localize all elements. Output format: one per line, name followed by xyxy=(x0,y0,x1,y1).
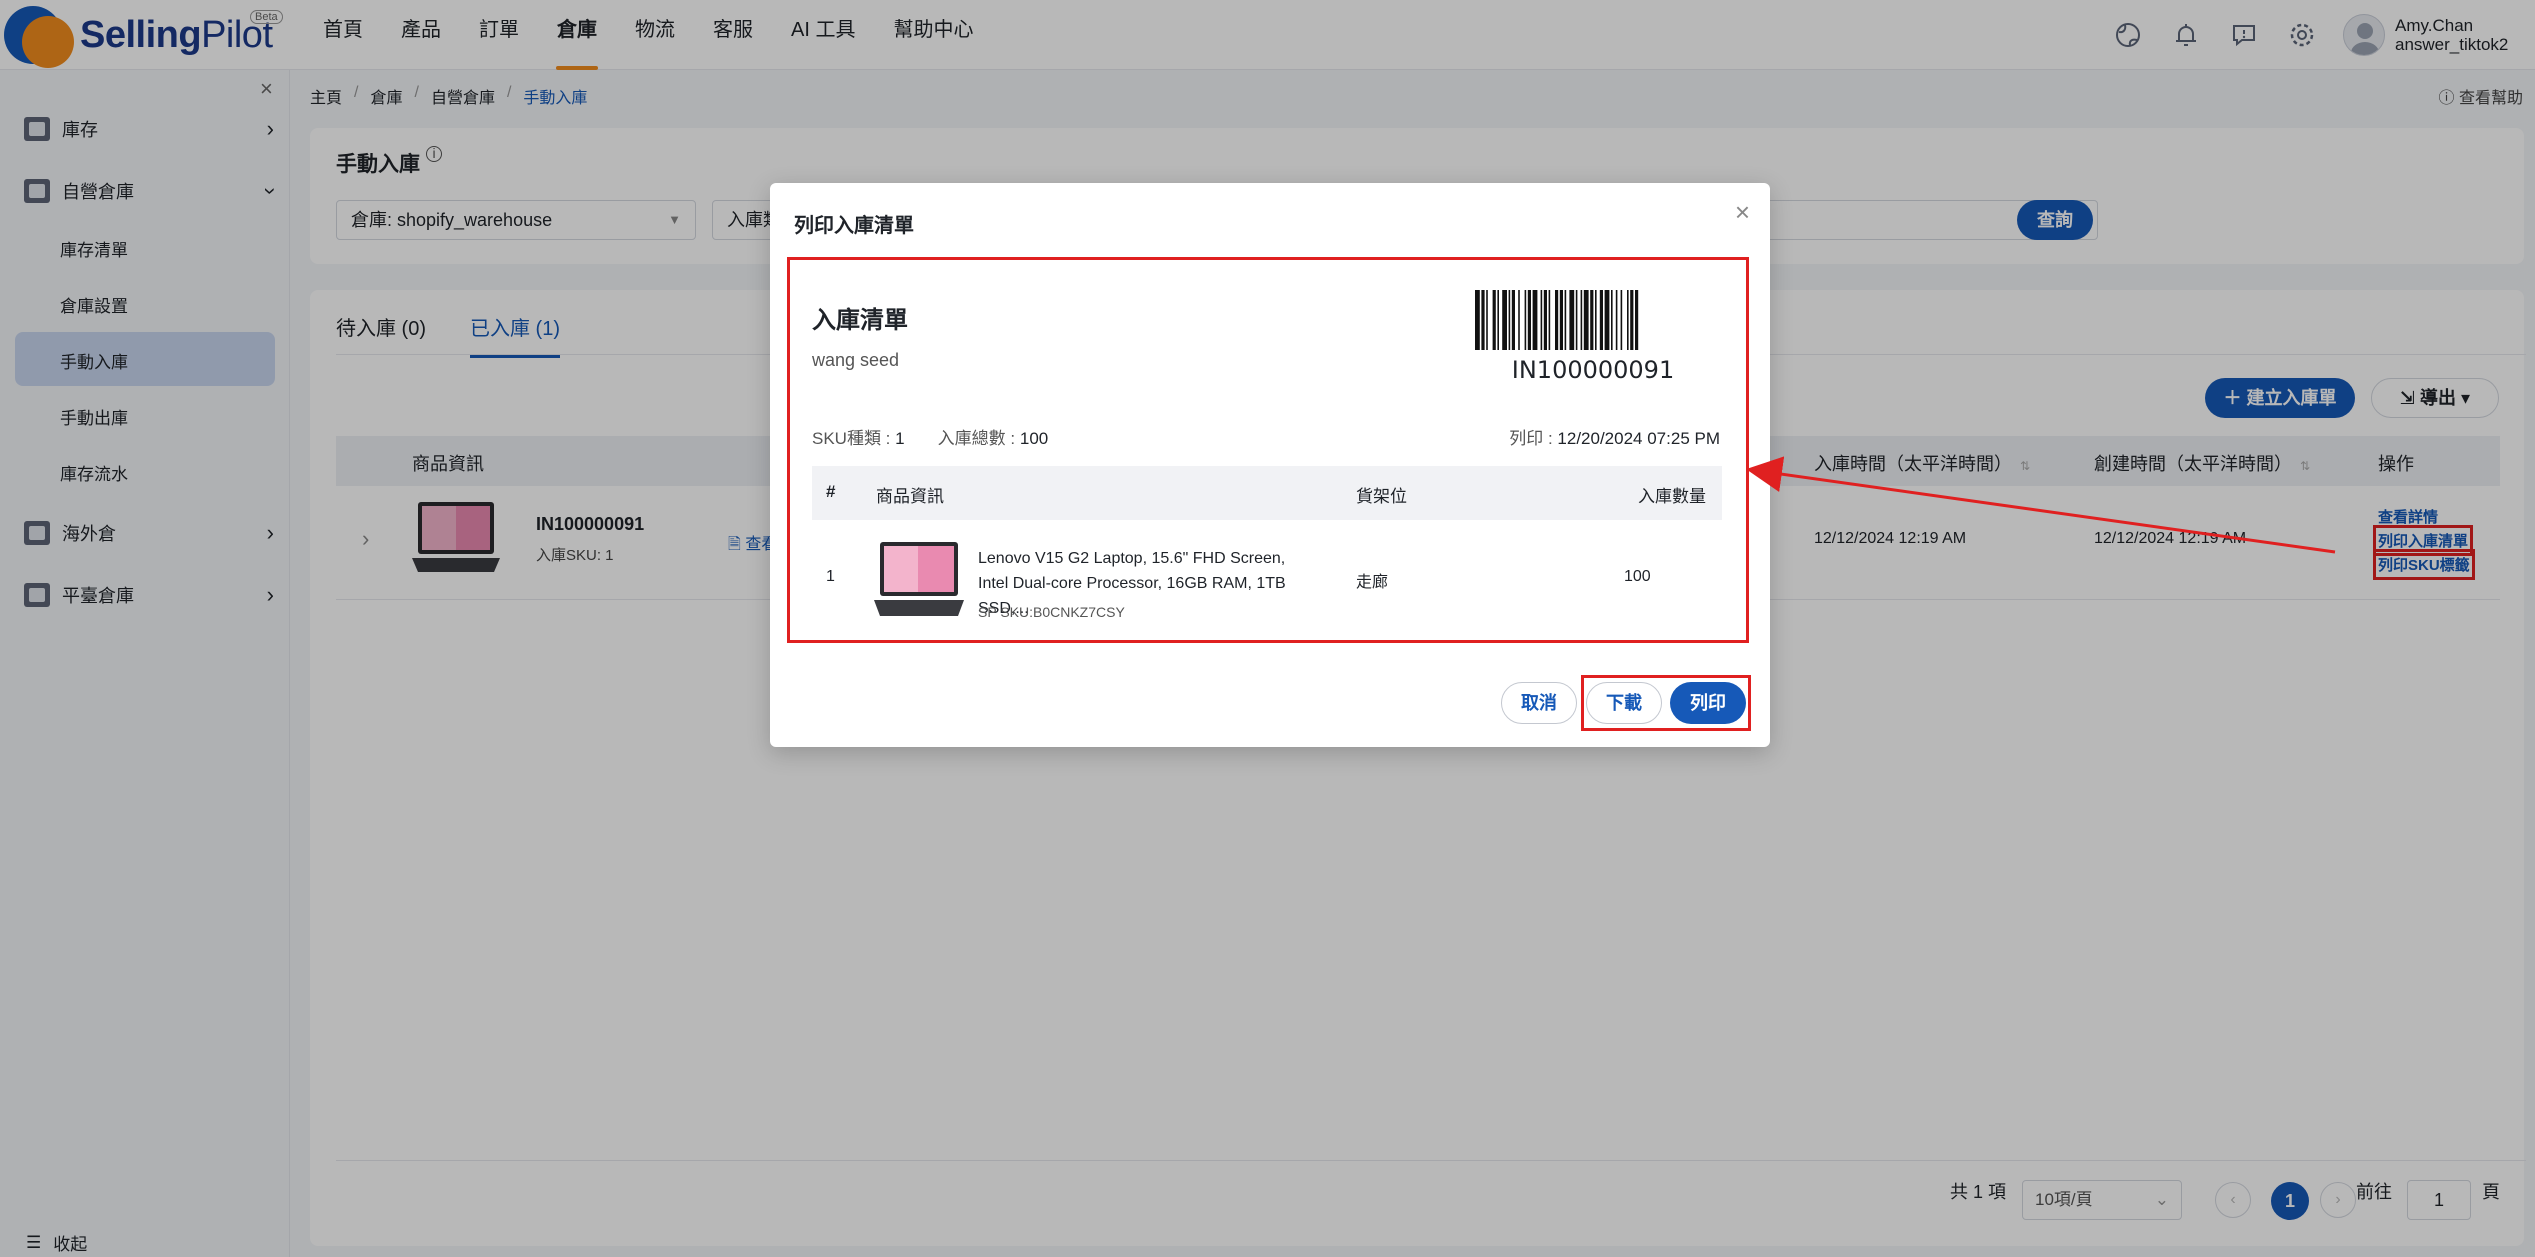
dialog-title: 列印入庫清單 xyxy=(794,215,914,237)
print-inbound-list-dialog: 列印入庫清單 × 入庫清單 wang seed IN100000091 SKU種… xyxy=(770,183,1770,747)
barcode-icon xyxy=(1475,290,1639,350)
shelf-location: 走廊 xyxy=(1356,574,1389,591)
printed-time: 列印 : 12/20/2024 07:25 PM xyxy=(1509,429,1720,448)
warehouse-name: wang seed xyxy=(812,350,900,370)
download-button[interactable]: 下載 xyxy=(1586,682,1662,724)
close-icon[interactable]: × xyxy=(1735,197,1750,228)
cancel-button[interactable]: 取消 xyxy=(1501,682,1577,724)
inbound-quantity: 100 xyxy=(1624,568,1651,585)
list-stats: SKU種類 : 1 入庫總數 : 100 xyxy=(812,429,1049,448)
list-table-row: 1 Lenovo V15 G2 Laptop, 15.6" FHD Screen… xyxy=(812,520,1722,636)
list-table-header: # 商品資訊 貨架位 入庫數量 xyxy=(812,466,1722,520)
list-title: 入庫清單 xyxy=(812,307,908,334)
laptop-image xyxy=(874,540,964,618)
product-sp-sku: SP SKU:B0CNKZ7CSY xyxy=(978,604,1125,620)
print-button[interactable]: 列印 xyxy=(1670,682,1746,724)
inbound-list-preview: 入庫清單 wang seed IN100000091 SKU種類 : 1 入庫總… xyxy=(787,257,1749,643)
barcode-text: IN100000091 xyxy=(1511,356,1675,384)
